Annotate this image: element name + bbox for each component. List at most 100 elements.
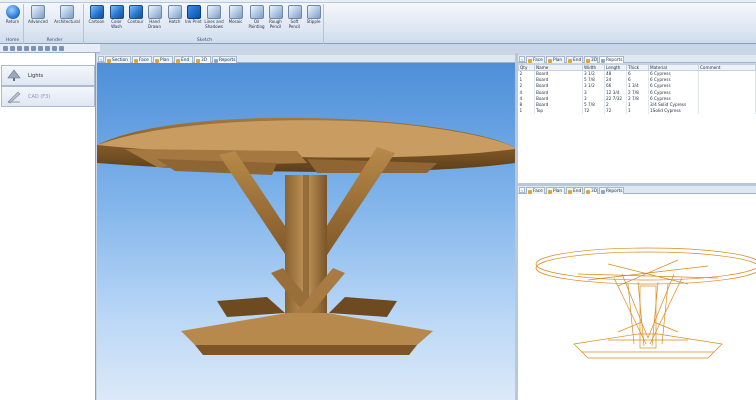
tab-reports[interactable]: Reports [599,56,624,63]
cell-name: Top [534,107,583,114]
render-advanced-label: Advanced [28,19,48,24]
color-wash-label: Color Wash [111,19,122,29]
tab-scroll-left[interactable]: ‹ [98,56,104,62]
hand-drawn-button[interactable]: Hand Drawn [145,5,164,35]
redo-icon[interactable] [38,46,43,51]
cell-thick: 1 [626,107,649,114]
tab-3d[interactable]: 3D [194,56,211,63]
return-button[interactable]: Return [3,5,22,35]
ribbon-group-home: Return Home [2,4,24,44]
tab-plan[interactable]: Plan [546,56,565,63]
reports-tab-icon [601,189,605,194]
soft-pencil-button[interactable]: Soft Pencil [285,5,304,35]
group-label-render: Render [46,38,63,43]
plan-tab-icon [155,58,159,63]
tab-label: 3D [591,58,598,63]
tab-plan[interactable]: Plan [153,56,173,63]
cad-button[interactable]: CAD (F3) [1,86,95,107]
ribbon-group-render: Advanced Architectural Render [26,4,84,44]
tab-end[interactable]: End [174,56,193,63]
hand-drawn-label: Hand Drawn [148,19,161,29]
face-tab-icon [528,58,532,63]
3d-tab-icon [586,58,590,63]
stipple-button[interactable]: Stipple [304,5,323,35]
cad-icon [7,91,21,104]
rough-pencil-label: Rough Pencil [269,19,282,29]
quick-access-toolbar [0,44,100,53]
new-icon[interactable] [3,46,8,51]
hatch-icon [167,5,182,19]
cell-qty: 1 [518,107,535,114]
rough-pencil-button[interactable]: Rough Pencil [266,5,285,35]
3d-viewport[interactable] [97,63,515,400]
oil-painting-icon [249,5,264,19]
mosaic-icon [228,5,243,19]
tab-section[interactable]: Section [105,56,131,63]
tab-3d[interactable]: 3D [584,187,598,194]
tab-end[interactable]: End [566,187,583,194]
tab-3d[interactable]: 3D [584,56,598,63]
print-icon[interactable] [24,46,29,51]
cad-label: CAD (F3) [28,94,51,100]
tab-face[interactable]: Face [526,56,545,63]
hand-drawn-icon [147,5,162,19]
mosaic-button[interactable]: Mosaic [226,5,245,35]
oil-painting-button[interactable]: Oil Painting [247,5,266,35]
cell-comment [698,107,756,114]
3d-tab-icon [196,58,200,63]
copy-icon[interactable] [52,46,57,51]
ink-print-icon [186,5,201,19]
render-advanced-button[interactable]: Advanced [28,5,48,35]
mosaic-label: Mosaic [228,19,243,24]
tab-plan[interactable]: Plan [546,187,565,194]
contour-button[interactable]: Contour [126,5,145,35]
render-architectural-icon [60,5,74,19]
ink-print-button[interactable]: Ink Print [184,5,203,35]
light-icon [7,69,21,81]
open-icon[interactable] [10,46,15,51]
lines-shadows-icon [207,5,221,19]
tab-face[interactable]: Face [132,56,152,63]
tab-scroll-left[interactable]: ‹ [519,187,525,193]
lights-button[interactable]: Lights [1,65,95,86]
cartoon-icon [89,5,104,19]
group-label-home: Home [5,38,20,43]
cut-icon[interactable] [45,46,50,51]
tab-label: Plan [553,58,563,63]
table-row[interactable]: 1 Top 72 72 1 1Solid Cypress [518,107,756,114]
tab-scroll-left[interactable]: ‹ [519,56,525,62]
save-icon[interactable] [17,46,22,51]
cell-material: 1Solid Cypress [648,107,699,114]
tab-end[interactable]: End [566,56,583,63]
undo-icon[interactable] [31,46,36,51]
color-wash-icon [109,5,124,19]
main-view-tabs: ‹ Section Face Plan End 3D Reports [97,55,515,63]
return-label: Return [5,19,20,24]
stipple-label: Stipple [306,19,321,24]
lines-shadows-button[interactable]: Lines and Shadows [203,5,225,35]
end-tab-icon [568,58,572,63]
stipple-icon [306,5,321,19]
end-tab-icon [568,189,572,194]
dropdown-icon[interactable] [59,46,64,51]
contour-label: Contour [127,19,144,24]
rough-pencil-icon [268,5,283,19]
lines-shadows-label: Lines and Shadows [204,19,224,29]
tab-face[interactable]: Face [526,187,545,194]
color-wash-button[interactable]: Color Wash [107,5,126,35]
render-advanced-icon [30,5,45,19]
reports-pane-tabs: ‹ Face Plan End 3D Reports [518,55,756,63]
tab-reports[interactable]: Reports [212,56,237,63]
lights-label: Lights [28,73,44,79]
tab-reports[interactable]: Reports [599,187,624,194]
wireframe-pane-tabs: ‹ Face Plan End 3D Reports [518,186,756,194]
render-architectural-button[interactable]: Architectural [52,5,82,35]
wireframe-viewport[interactable] [518,194,756,400]
face-tab-icon [528,189,532,194]
ribbon-group-sketch: Cartoon Color Wash Contour Hand Drawn Ha… [86,4,324,44]
table-render [97,117,515,355]
ink-print-label: Ink Print [185,19,202,24]
cartoon-button[interactable]: Cartoon [87,5,106,35]
hatch-button[interactable]: Hatch [165,5,184,35]
report-table: Qty Name Width Length Thick Material Com… [518,64,756,114]
